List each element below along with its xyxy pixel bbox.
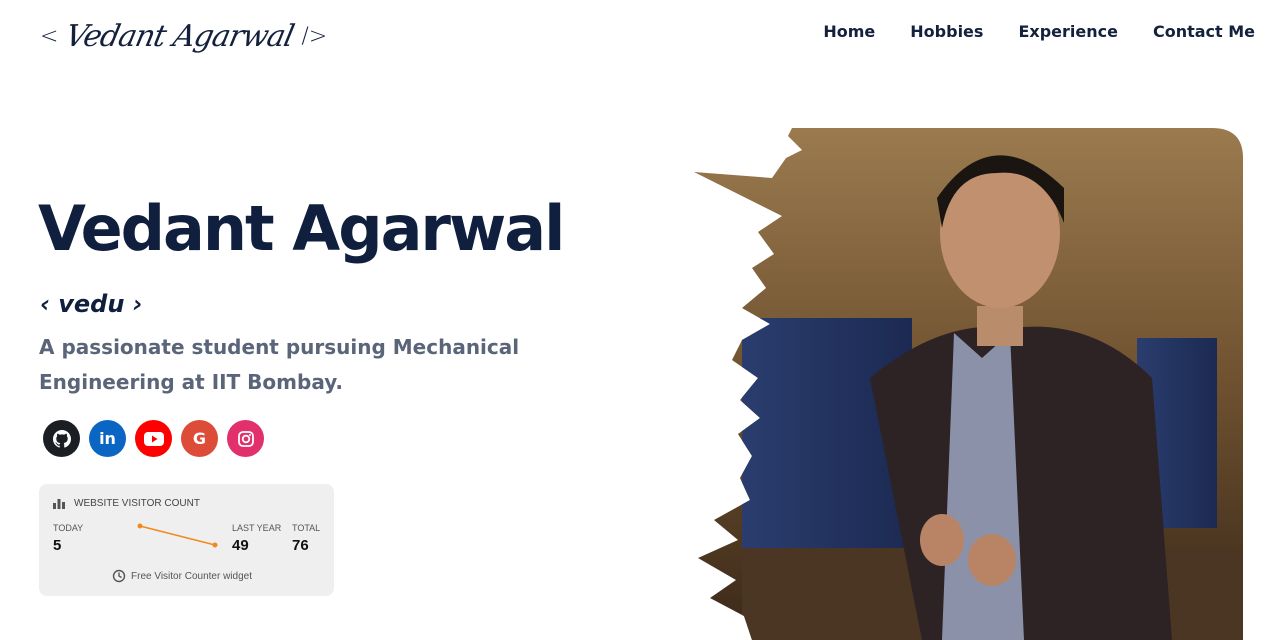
hero-tagline: A passionate student pursuing Mechanical… — [39, 335, 520, 394]
today-stat: TODAY 5 — [53, 523, 83, 554]
total-label: TOTAL — [292, 523, 321, 533]
youtube-icon[interactable] — [135, 420, 172, 457]
logo-signature: Vedant Agarwal — [62, 18, 298, 54]
bar-chart-icon — [53, 498, 65, 509]
social-links: in G — [43, 420, 264, 457]
last-year-label: LAST YEAR — [232, 523, 282, 533]
instagram-icon[interactable] — [227, 420, 264, 457]
last-year-stat: LAST YEAR 49 — [232, 523, 281, 554]
total-stat: TOTAL 76 — [292, 523, 320, 554]
widget-footer-text: Free Visitor Counter widget — [131, 570, 252, 582]
linkedin-glyph: in — [99, 429, 116, 448]
visitor-counter-widget: WEBSITE VISITOR COUNT TODAY 5 LAST YEAR … — [39, 484, 334, 596]
logo-open-bracket: < — [40, 23, 59, 49]
google-icon[interactable]: G — [181, 420, 218, 457]
hero-nickname: ‹ vedu › — [40, 290, 143, 318]
logo-close-bracket: /> — [301, 23, 328, 49]
google-glyph: G — [192, 429, 207, 448]
linkedin-icon[interactable]: in — [89, 420, 126, 457]
widget-footer-link[interactable]: Free Visitor Counter widget — [112, 569, 252, 583]
main-nav: Home Hobbies Experience Contact Me — [823, 22, 1255, 41]
site-logo[interactable]: < Vedant Agarwal /> — [40, 14, 327, 58]
profile-photo — [694, 128, 1243, 640]
total-value: 76 — [292, 537, 309, 554]
counter-widget-icon — [112, 569, 126, 583]
visitor-trend-line — [137, 523, 218, 548]
hero-name: Vedant Agarwal — [38, 192, 565, 265]
widget-title: WEBSITE VISITOR COUNT — [74, 498, 200, 509]
nav-hobbies[interactable]: Hobbies — [910, 22, 983, 41]
nav-experience[interactable]: Experience — [1018, 22, 1118, 41]
github-icon[interactable] — [43, 420, 80, 457]
nav-home[interactable]: Home — [823, 22, 875, 41]
nav-contact-me[interactable]: Contact Me — [1153, 22, 1255, 41]
widget-header: WEBSITE VISITOR COUNT — [53, 498, 200, 509]
today-label: TODAY — [53, 523, 84, 533]
today-value: 5 — [53, 537, 62, 554]
last-year-value: 49 — [232, 537, 249, 554]
